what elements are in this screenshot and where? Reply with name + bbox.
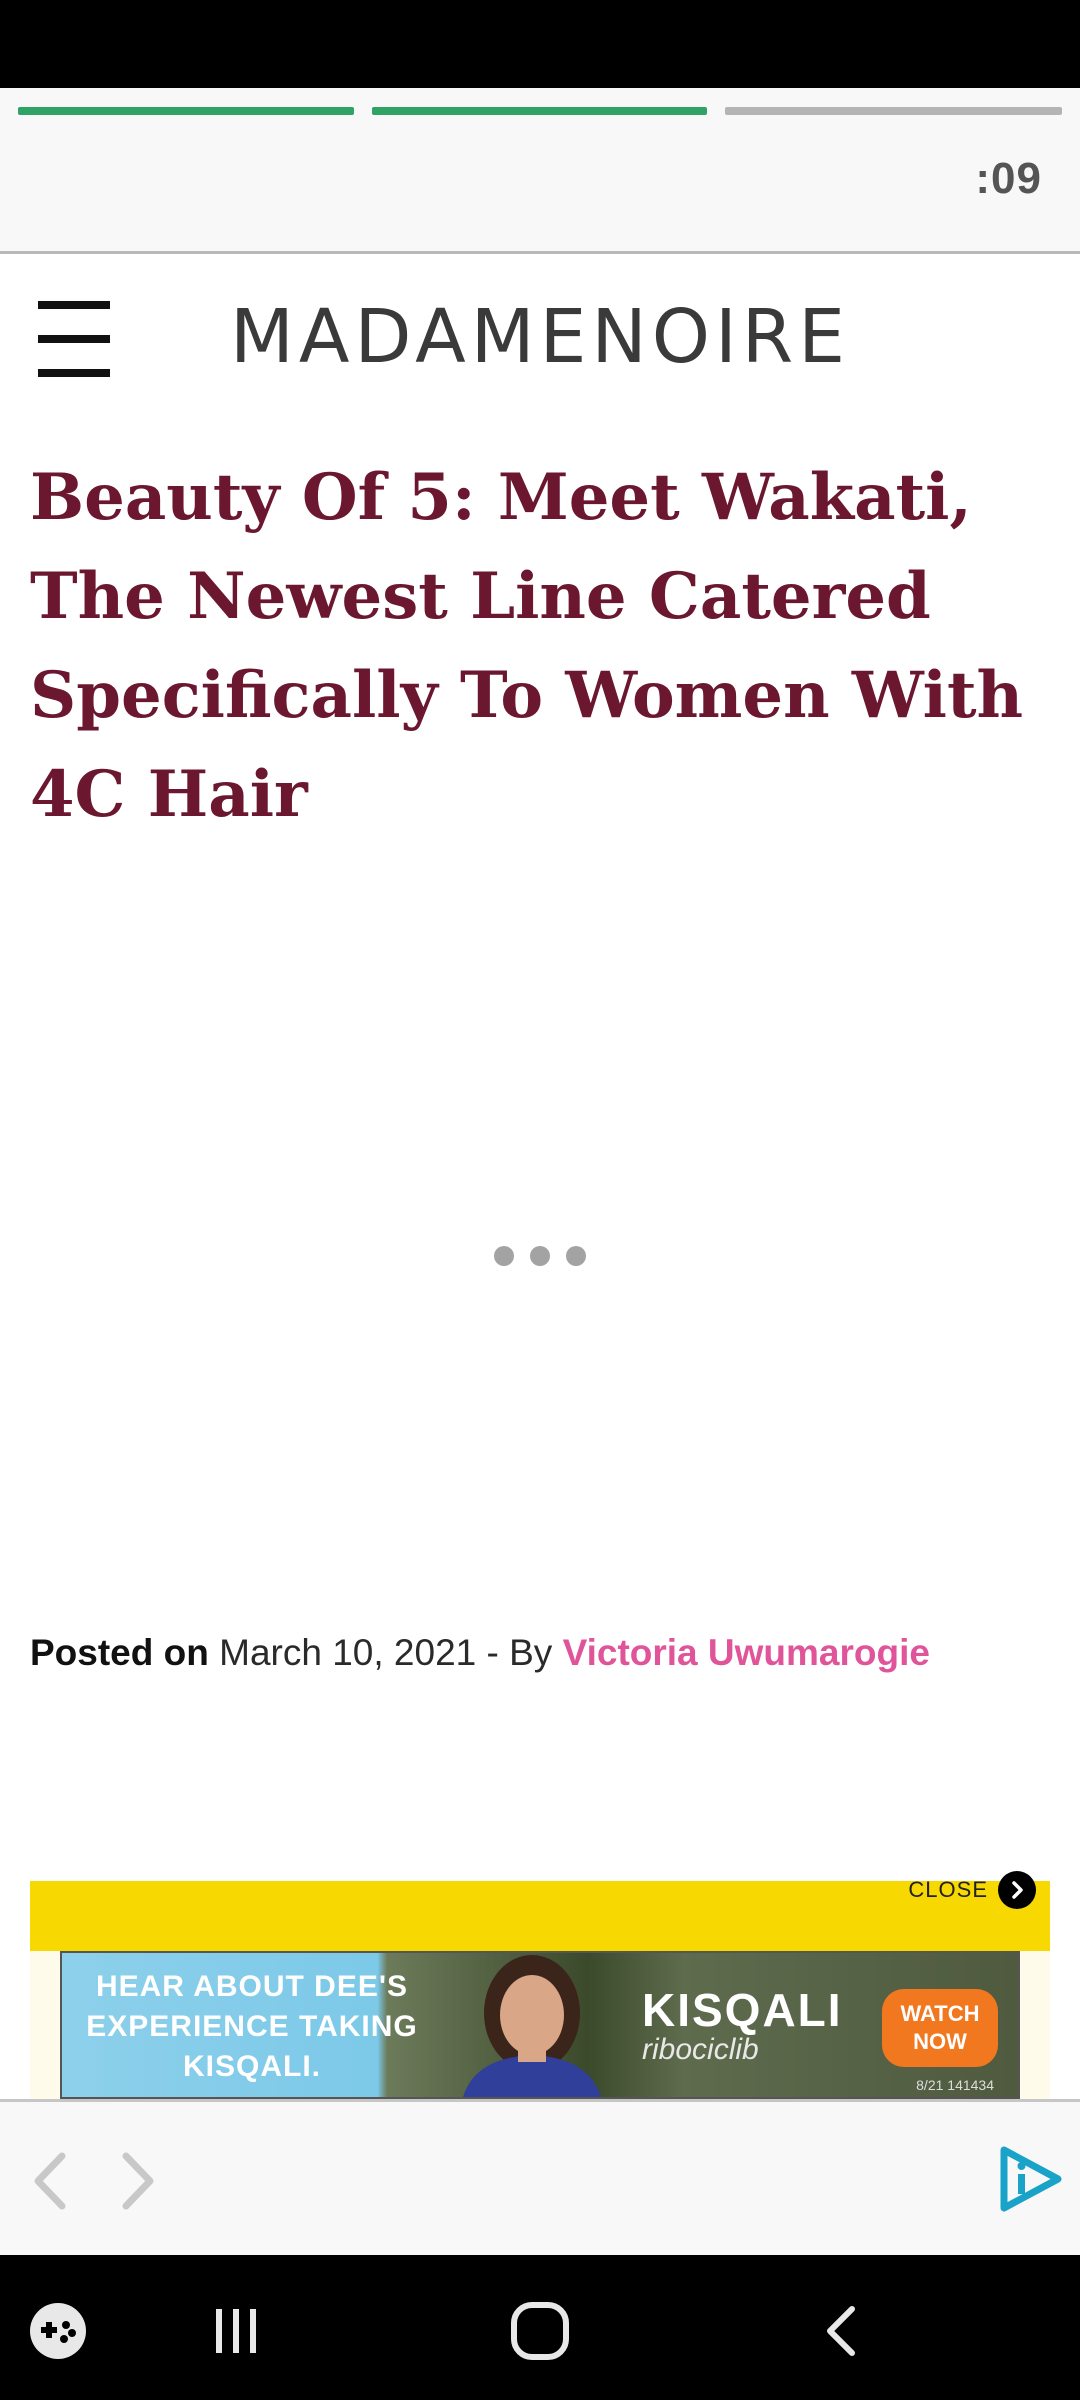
brand-play-icon[interactable]: [994, 2144, 1064, 2214]
ad-close-label: CLOSE: [908, 1877, 988, 1902]
author-link[interactable]: Victoria Uwumarogie: [563, 1632, 930, 1673]
progress-segment-2: [372, 107, 707, 115]
loading-dots-icon: [494, 1246, 586, 1266]
system-back-icon[interactable]: [802, 2291, 882, 2371]
article-headline: Beauty Of 5: Meet Wakati, The Newest Lin…: [30, 460, 1024, 832]
site-logo[interactable]: MADAMENOIRE: [0, 294, 1080, 380]
ad-brand: KISQALI ribociclib: [642, 1983, 843, 2067]
ad-brand-name: KISQALI: [642, 1984, 843, 2036]
story-timer: :09: [975, 154, 1042, 203]
game-launcher-icon[interactable]: [18, 2291, 98, 2371]
story-header: :09: [0, 88, 1080, 254]
recent-apps-icon[interactable]: [196, 2291, 276, 2371]
posted-on-label: Posted on: [30, 1632, 209, 1673]
ad-close-button[interactable]: CLOSE: [908, 1871, 1036, 1909]
byline-date: March 10, 2021 - By: [208, 1632, 563, 1673]
site-header: MADAMENOIRE: [0, 254, 1080, 414]
chevron-right-icon: [998, 1871, 1036, 1909]
article-byline: Posted on March 10, 2021 - By Victoria U…: [30, 1632, 930, 1674]
ad-headline: HEAR ABOUT DEE'S EXPERIENCE TAKING KISQA…: [86, 1970, 418, 2083]
home-icon[interactable]: [500, 2291, 580, 2371]
status-bar: [0, 0, 1080, 88]
story-nav-bar: [0, 2099, 1080, 2258]
progress-segment-3: [725, 107, 1062, 115]
ad-header-strip: CLOSE: [30, 1871, 1050, 1951]
ad-watch-now-button[interactable]: WATCH NOW: [882, 1989, 998, 2067]
ad-banner[interactable]: HEAR ABOUT DEE'S EXPERIENCE TAKING KISQA…: [60, 1951, 1020, 2099]
forward-arrow-icon[interactable]: [108, 2146, 168, 2216]
hamburger-menu-icon[interactable]: [36, 301, 112, 377]
system-nav-bar: [0, 2255, 1080, 2400]
ad-code: 8/21 141434: [916, 2077, 994, 2093]
ad-person-image: [463, 1955, 601, 2097]
progress-segment-1: [18, 107, 354, 115]
back-arrow-icon[interactable]: [20, 2146, 80, 2216]
ad-brand-sub: ribociclib: [642, 2033, 759, 2066]
